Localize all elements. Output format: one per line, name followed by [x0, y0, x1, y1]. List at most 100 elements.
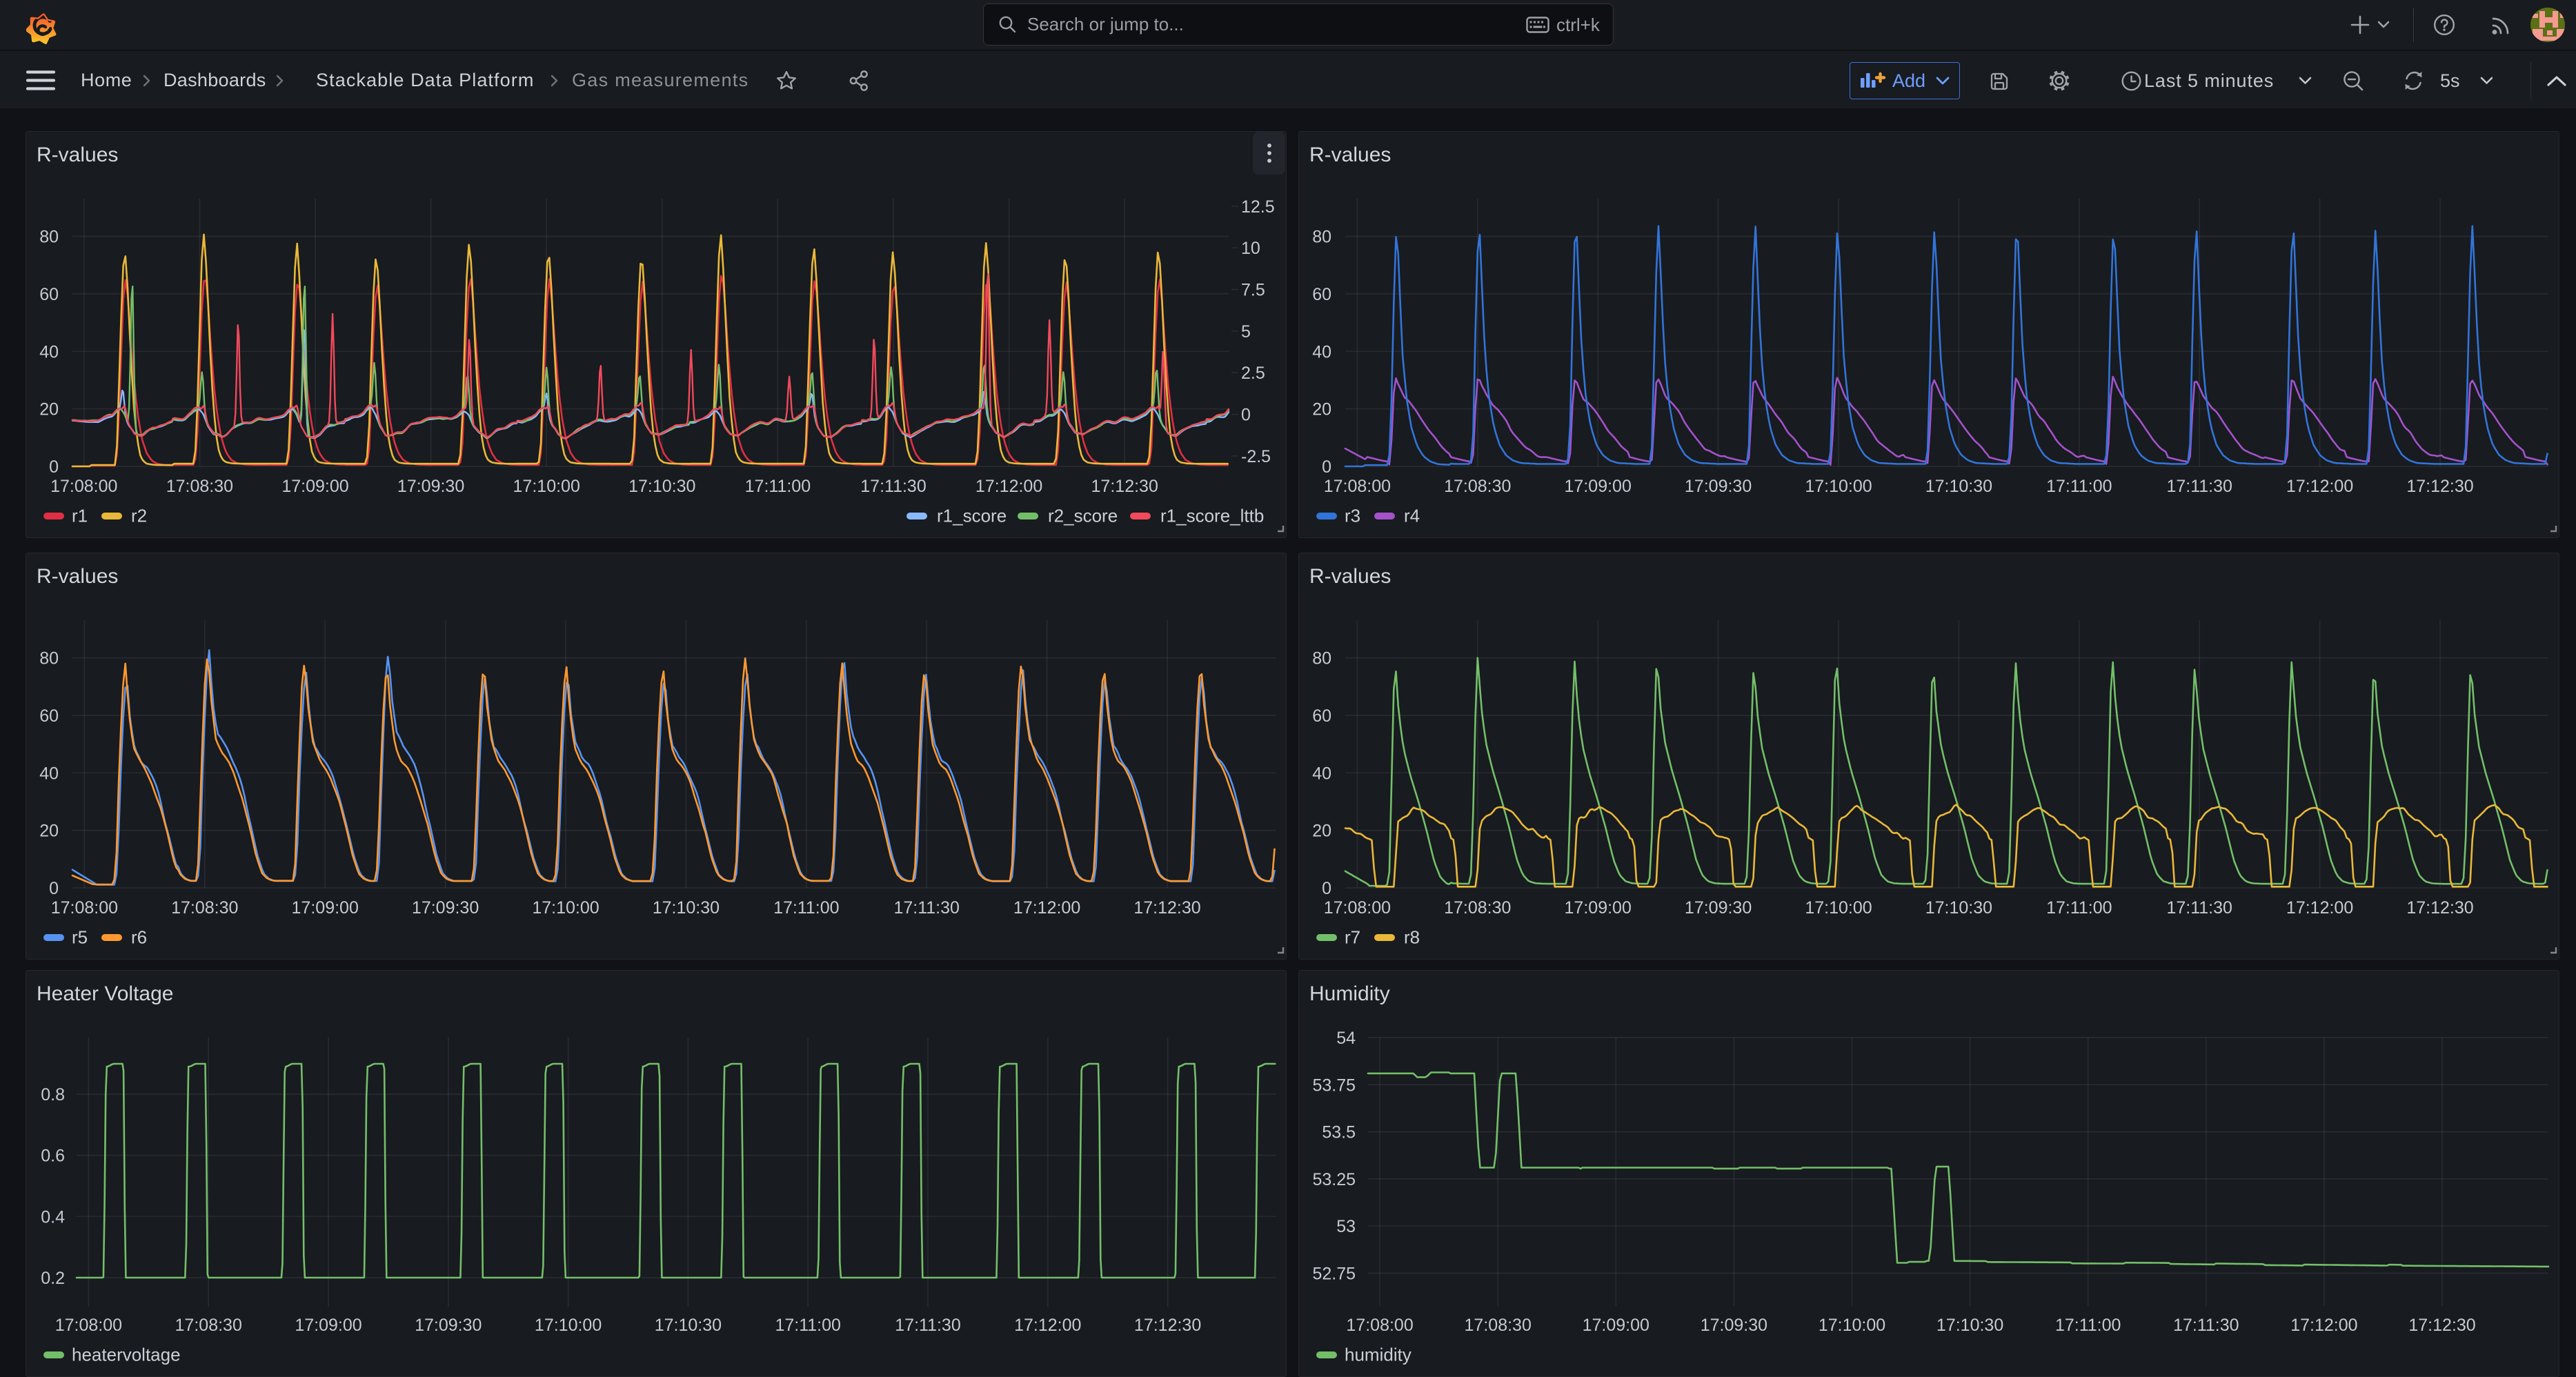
- svg-text:0: 0: [1322, 457, 1331, 477]
- svg-text:-2.5: -2.5: [1241, 447, 1271, 466]
- svg-text:17:11:00: 17:11:00: [2046, 898, 2112, 918]
- svg-text:R-values: R-values: [37, 565, 118, 588]
- svg-text:r5: r5: [72, 927, 88, 948]
- svg-text:10: 10: [1241, 239, 1260, 258]
- svg-text:17:11:00: 17:11:00: [2055, 1316, 2121, 1335]
- svg-text:r4: r4: [1404, 506, 1420, 526]
- svg-text:0: 0: [49, 879, 59, 898]
- svg-text:17:09:00: 17:09:00: [1565, 477, 1632, 496]
- svg-text:17:11:30: 17:11:30: [895, 1316, 960, 1335]
- svg-text:Humidity: Humidity: [1309, 982, 1390, 1005]
- svg-text:r1_score: r1_score: [937, 506, 1007, 526]
- svg-text:17:12:00: 17:12:00: [975, 477, 1042, 496]
- svg-text:r1_score_lttb: r1_score_lttb: [1160, 506, 1264, 526]
- svg-text:17:11:00: 17:11:00: [2046, 477, 2112, 496]
- svg-text:17:09:00: 17:09:00: [281, 477, 348, 496]
- svg-text:17:08:30: 17:08:30: [171, 898, 238, 918]
- svg-text:17:09:00: 17:09:00: [292, 898, 359, 918]
- svg-text:Heater Voltage: Heater Voltage: [37, 982, 173, 1005]
- svg-text:17:08:00: 17:08:00: [1346, 1316, 1413, 1335]
- svg-text:17:08:00: 17:08:00: [55, 1316, 122, 1335]
- svg-text:17:09:00: 17:09:00: [1565, 898, 1632, 918]
- svg-text:17:12:30: 17:12:30: [1134, 1316, 1201, 1335]
- svg-text:17:09:30: 17:09:30: [1685, 477, 1752, 496]
- svg-text:53.5: 53.5: [1322, 1123, 1356, 1142]
- svg-text:60: 60: [1312, 285, 1331, 304]
- svg-text:17:09:30: 17:09:30: [415, 1316, 482, 1335]
- svg-text:5: 5: [1241, 322, 1251, 341]
- svg-text:0.2: 0.2: [41, 1269, 65, 1288]
- svg-text:17:11:30: 17:11:30: [2166, 898, 2232, 918]
- svg-text:17:08:00: 17:08:00: [51, 898, 118, 918]
- svg-text:0.6: 0.6: [41, 1147, 65, 1166]
- svg-text:17:09:30: 17:09:30: [397, 477, 464, 496]
- svg-text:r1: r1: [72, 506, 88, 526]
- svg-text:60: 60: [1312, 706, 1331, 726]
- svg-text:17:12:00: 17:12:00: [2290, 1316, 2357, 1335]
- svg-text:17:10:00: 17:10:00: [1805, 898, 1872, 918]
- svg-text:17:10:30: 17:10:30: [1925, 477, 1992, 496]
- svg-text:r6: r6: [131, 927, 147, 948]
- svg-text:12.5: 12.5: [1241, 197, 1275, 217]
- svg-text:17:09:00: 17:09:00: [295, 1316, 361, 1335]
- svg-text:r8: r8: [1404, 927, 1420, 948]
- svg-text:0: 0: [49, 457, 59, 477]
- svg-text:53.75: 53.75: [1312, 1076, 1356, 1095]
- svg-text:r2_score: r2_score: [1048, 506, 1118, 526]
- svg-text:17:12:00: 17:12:00: [2286, 898, 2353, 918]
- svg-text:17:10:30: 17:10:30: [628, 477, 695, 496]
- svg-text:17:11:00: 17:11:00: [745, 477, 811, 496]
- svg-text:17:08:30: 17:08:30: [175, 1316, 242, 1335]
- svg-text:heatervoltage: heatervoltage: [72, 1345, 181, 1365]
- svg-text:17:09:30: 17:09:30: [1685, 898, 1752, 918]
- svg-text:17:10:30: 17:10:30: [655, 1316, 722, 1335]
- svg-text:80: 80: [1312, 649, 1331, 668]
- svg-text:17:11:30: 17:11:30: [2166, 477, 2232, 496]
- svg-text:17:08:30: 17:08:30: [1444, 898, 1511, 918]
- svg-text:17:10:30: 17:10:30: [653, 898, 720, 918]
- svg-text:40: 40: [39, 764, 59, 783]
- svg-text:r2: r2: [131, 506, 147, 526]
- svg-text:60: 60: [39, 285, 59, 304]
- svg-text:20: 20: [1312, 822, 1331, 841]
- svg-text:17:12:30: 17:12:30: [2408, 1316, 2475, 1335]
- svg-text:17:09:30: 17:09:30: [1701, 1316, 1767, 1335]
- svg-text:17:09:00: 17:09:00: [1583, 1316, 1649, 1335]
- svg-text:80: 80: [39, 228, 59, 247]
- svg-text:humidity: humidity: [1345, 1345, 1411, 1365]
- svg-text:17:09:30: 17:09:30: [412, 898, 479, 918]
- svg-text:54: 54: [1336, 1029, 1356, 1048]
- svg-text:80: 80: [39, 649, 59, 668]
- svg-text:17:08:30: 17:08:30: [1465, 1316, 1532, 1335]
- svg-text:17:08:00: 17:08:00: [1324, 898, 1391, 918]
- svg-text:20: 20: [39, 822, 59, 841]
- svg-text:0: 0: [1241, 406, 1251, 425]
- svg-text:r3: r3: [1345, 506, 1360, 526]
- svg-text:17:11:30: 17:11:30: [860, 477, 926, 496]
- svg-text:60: 60: [39, 706, 59, 726]
- svg-text:17:10:00: 17:10:00: [1819, 1316, 1885, 1335]
- svg-text:R-values: R-values: [1309, 565, 1391, 588]
- svg-text:17:12:30: 17:12:30: [2406, 898, 2473, 918]
- svg-text:17:12:30: 17:12:30: [1091, 477, 1158, 496]
- svg-text:20: 20: [39, 400, 59, 419]
- svg-text:r7: r7: [1345, 927, 1360, 948]
- svg-text:17:12:00: 17:12:00: [1013, 898, 1080, 918]
- svg-text:80: 80: [1312, 228, 1331, 247]
- svg-text:40: 40: [1312, 764, 1331, 783]
- svg-text:0.8: 0.8: [41, 1085, 65, 1104]
- svg-text:17:11:00: 17:11:00: [775, 1316, 840, 1335]
- svg-text:17:08:30: 17:08:30: [166, 477, 233, 496]
- svg-text:17:10:00: 17:10:00: [532, 898, 599, 918]
- svg-text:17:11:30: 17:11:30: [893, 898, 959, 918]
- svg-text:40: 40: [39, 342, 59, 361]
- svg-text:0.4: 0.4: [41, 1207, 65, 1227]
- svg-text:R-values: R-values: [37, 143, 118, 166]
- svg-text:0: 0: [1322, 879, 1331, 898]
- svg-text:53.25: 53.25: [1312, 1170, 1356, 1189]
- svg-text:17:08:30: 17:08:30: [1444, 477, 1511, 496]
- svg-text:17:12:00: 17:12:00: [1014, 1316, 1081, 1335]
- svg-text:2.5: 2.5: [1241, 364, 1265, 383]
- svg-text:17:10:00: 17:10:00: [1805, 477, 1872, 496]
- svg-text:17:10:00: 17:10:00: [513, 477, 580, 496]
